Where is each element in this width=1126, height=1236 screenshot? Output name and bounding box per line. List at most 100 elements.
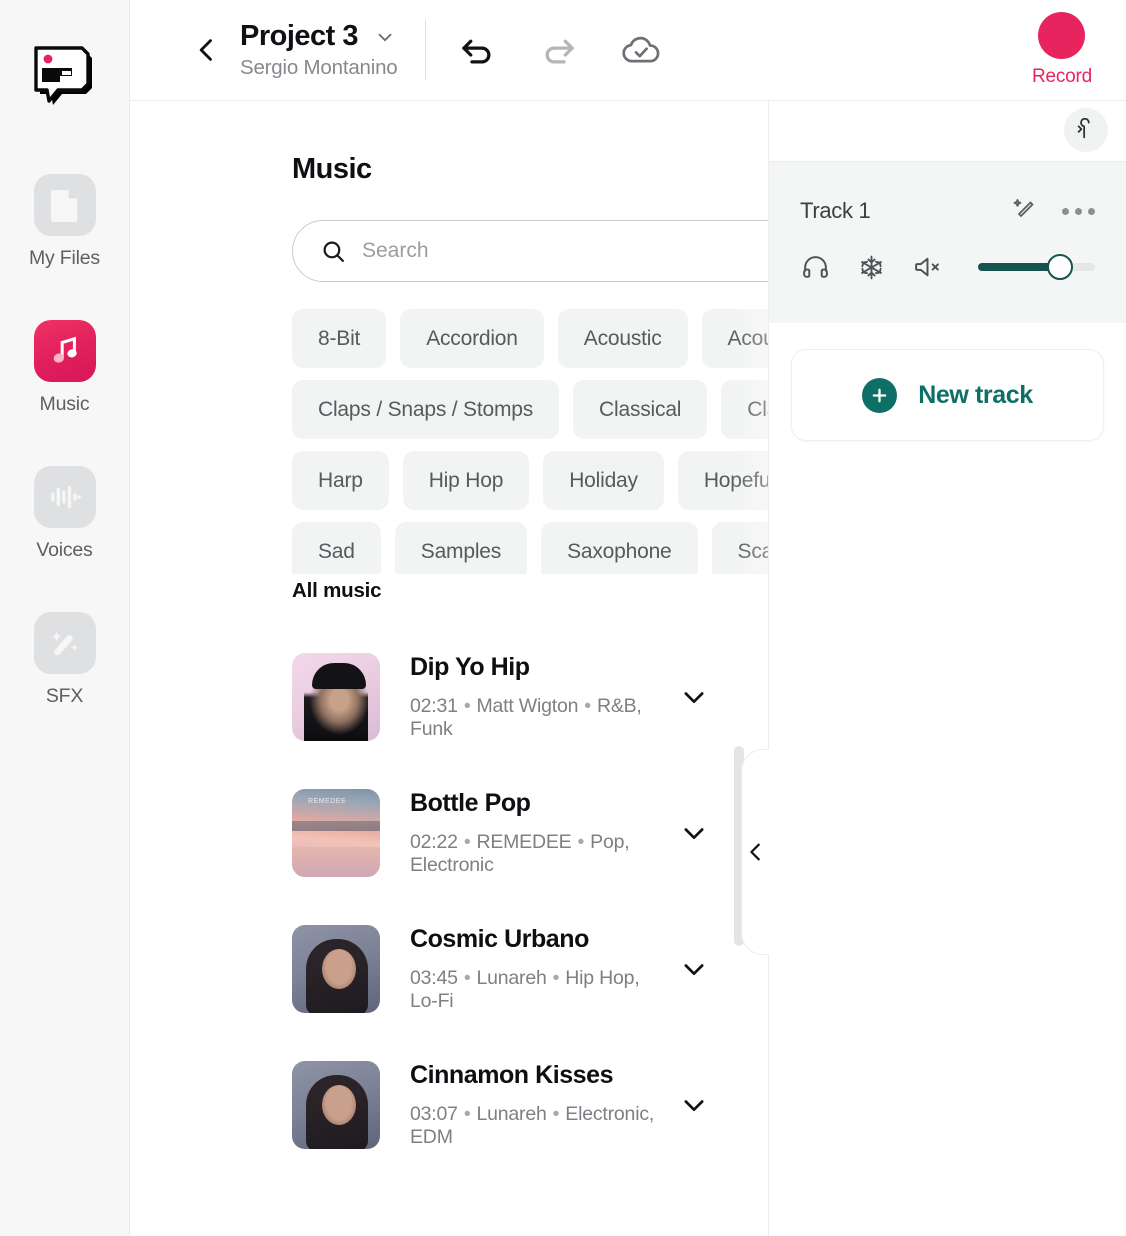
pin-marker-icon[interactable] [1064, 108, 1108, 152]
tag-chip[interactable]: Hip Hop [402, 451, 530, 510]
left-sidebar: My Files Music Voices SFX [0, 0, 130, 1236]
track-artist: Matt Wigton [476, 695, 579, 717]
tag-chip[interactable]: Samples [394, 522, 528, 574]
separator-dot: • [463, 1103, 471, 1125]
track-artwork [292, 925, 380, 1013]
chevron-down-icon[interactable] [374, 26, 396, 48]
cloud-check-icon[interactable] [619, 28, 663, 72]
track-subtitle: 03:07 • Lunareh • Electronic, EDM [410, 1103, 666, 1149]
slider-knob[interactable] [1046, 254, 1073, 280]
top-toolbar: Project 3 Sergio Montanino Record [130, 0, 1126, 101]
sidebar-item-music[interactable]: Music [15, 320, 115, 416]
project-title: Project 3 [240, 20, 359, 52]
list-item[interactable]: Cosmic Urbano 03:45 • Lunareh • Hip Hop, Lo-… [130, 901, 768, 1037]
tag-chip[interactable]: Claps / Snaps / Stomps [292, 380, 560, 439]
separator-dot: • [552, 1103, 560, 1125]
track-subtitle: 02:31 • Matt Wigton • R&B, Funk [410, 695, 666, 741]
chevron-down-icon[interactable] [666, 1091, 722, 1119]
back-button[interactable] [190, 33, 224, 67]
tag-chip[interactable]: 8-Bit [292, 309, 387, 368]
headphones-icon[interactable] [800, 252, 830, 282]
timeline-toolbar [769, 101, 1126, 162]
list-item[interactable]: Cinnamon Kisses 03:07 • Lunareh • Electronic… [130, 1037, 768, 1173]
sidebar-item-voices[interactable]: Voices [15, 466, 115, 562]
record-label: Record [1031, 66, 1092, 87]
track-title: Dip Yo Hip [410, 653, 530, 681]
chevron-down-icon[interactable] [666, 955, 722, 983]
music-library-panel: Music 8-Bit Accordion Acoustic [130, 101, 768, 1236]
content-body: Music 8-Bit Accordion Acoustic [130, 101, 1126, 1236]
list-heading: All music [292, 579, 382, 602]
separator-dot: • [463, 695, 471, 717]
main-column: Project 3 Sergio Montanino Record Music … [130, 0, 1126, 1236]
search-input[interactable] [362, 239, 768, 263]
track-duration: 02:31 [410, 695, 458, 717]
separator-dot: • [577, 831, 585, 853]
tag-row: Claps / Snaps / Stomps Classical Classic… [292, 380, 768, 439]
list-item[interactable]: Dip Yo Hip 02:31 • Matt Wigton • R&B, Funk [130, 629, 768, 765]
tag-chip[interactable]: Scary [711, 522, 768, 574]
separator-dot: • [552, 967, 560, 989]
track-artist: Lunareh [476, 1103, 547, 1125]
tag-chip[interactable]: Acoustic [557, 309, 688, 368]
sidebar-item-sfx[interactable]: SFX [15, 612, 115, 708]
track-artist: Lunareh [476, 967, 547, 989]
record-button[interactable]: Record [1032, 12, 1092, 88]
undo-icon[interactable] [455, 28, 499, 72]
list-item[interactable]: REMEDEE Bottle Pop 02:22 • REMEDEE • Pop, El… [130, 765, 768, 901]
chevron-down-icon[interactable] [666, 819, 722, 847]
sidebar-item-my-files[interactable]: My Files [15, 174, 115, 270]
sidebar-nav: My Files Music Voices SFX [15, 174, 115, 758]
track-controls [800, 252, 1095, 282]
new-track-label: New track [918, 380, 1033, 409]
track-artist: REMEDEE [476, 831, 572, 853]
tag-row: Sad Samples Saxophone Scary [292, 522, 768, 574]
history-controls [455, 28, 663, 72]
separator-dot: • [463, 967, 471, 989]
tag-chip[interactable]: Hopeful [677, 451, 768, 510]
waveform-icon [33, 466, 96, 528]
track-name: Track 1 [800, 198, 871, 223]
magic-wand-icon[interactable] [1009, 196, 1039, 226]
sidebar-label-my-files: My Files [29, 247, 100, 269]
track-strip: Track 1 [769, 162, 1126, 323]
tag-rows: 8-Bit Accordion Acoustic Acoustic Guitar… [292, 309, 768, 574]
track-meta: Cinnamon Kisses 03:07 • Lunareh • Electronic… [410, 1061, 666, 1149]
tag-row: 8-Bit Accordion Acoustic Acoustic Guitar [292, 309, 768, 368]
page-title: Music [292, 153, 372, 185]
collapse-panel-handle[interactable] [741, 749, 769, 955]
chevron-down-icon[interactable] [666, 683, 722, 711]
tag-chip[interactable]: Harp [292, 451, 389, 510]
project-owner: Sergio Montanino [240, 56, 398, 79]
track-duration: 02:22 [410, 831, 458, 853]
redo-icon[interactable] [537, 28, 581, 72]
track-artwork: REMEDEE [292, 789, 380, 877]
track-meta: Dip Yo Hip 02:31 • Matt Wigton • R&B, Funk [410, 653, 666, 741]
tag-filter-zone: 8-Bit Accordion Acoustic Acoustic Guitar… [130, 309, 768, 574]
snowflake-icon[interactable] [856, 252, 886, 282]
speech-bubble-logo[interactable] [32, 46, 98, 108]
track-title: Cinnamon Kisses [410, 1061, 614, 1089]
tag-chip[interactable]: Holiday [543, 451, 664, 510]
tag-chip[interactable]: Classic Rock [721, 380, 768, 439]
search-icon [321, 239, 346, 264]
record-dot-icon [1038, 12, 1086, 59]
track-meta: Bottle Pop 02:22 • REMEDEE • Pop, Electronic [410, 789, 666, 877]
more-options-icon[interactable] [1062, 202, 1095, 221]
track-artwork [292, 653, 380, 741]
speaker-mute-icon[interactable] [912, 252, 942, 282]
track-duration: 03:45 [410, 967, 458, 989]
tag-row: Harp Hip Hop Holiday Hopeful [292, 451, 768, 510]
toolbar-divider [424, 20, 426, 80]
volume-slider[interactable] [978, 254, 1095, 280]
tag-chip[interactable]: Classical [573, 380, 708, 439]
timeline-panel: Track 1 New track [769, 101, 1126, 1236]
tag-chip[interactable]: Sad [292, 522, 381, 574]
tag-chip[interactable]: Saxophone [541, 522, 698, 574]
separator-dot: • [584, 695, 591, 717]
new-track-button[interactable]: New track [791, 349, 1104, 441]
separator-dot: • [463, 831, 471, 853]
search-box[interactable] [292, 220, 768, 282]
tag-chip[interactable]: Accordion [400, 309, 544, 368]
tag-chip[interactable]: Acoustic Guitar [701, 309, 768, 368]
